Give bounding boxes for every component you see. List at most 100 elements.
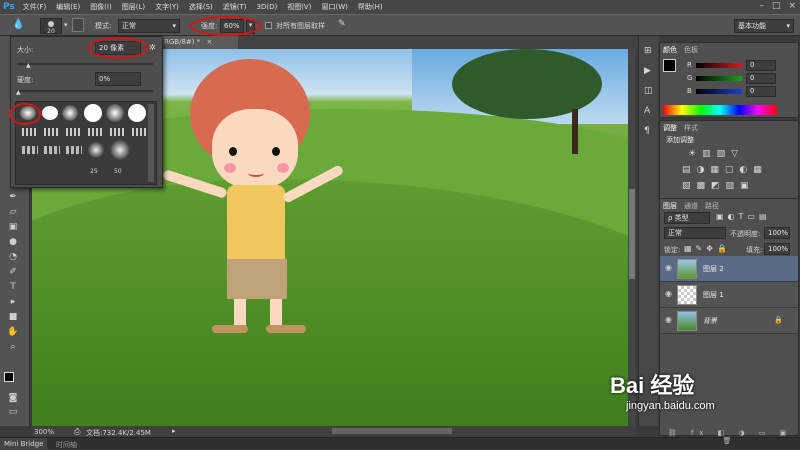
blur-tool-icon[interactable]: 💧 (12, 19, 24, 30)
scrollbar-thumb[interactable] (629, 189, 635, 279)
filter-icons[interactable]: ▣◐T▭▤ (716, 212, 771, 221)
menu-layer[interactable]: 图层(L) (122, 2, 145, 12)
fill-input[interactable]: 100% (764, 243, 790, 255)
menu-file[interactable]: 文件(F) (23, 2, 47, 12)
g-slider[interactable] (696, 76, 742, 81)
size-slider-track[interactable] (17, 63, 153, 65)
brush-texture-6[interactable] (132, 128, 148, 136)
mode-select[interactable]: 正常 ▾ (118, 19, 180, 33)
brush-texture-8[interactable] (44, 146, 60, 154)
lock-icons[interactable]: ▦✎✥🔒 (684, 244, 731, 253)
size-slider-handle[interactable]: ▲ (26, 62, 31, 69)
menu-select[interactable]: 选择(S) (189, 2, 213, 12)
blend-mode-select[interactable]: 正常 (664, 227, 726, 239)
maximize-icon[interactable]: □ (772, 1, 781, 11)
brush-preset-picker[interactable]: 20 (40, 18, 62, 35)
menu-filter[interactable]: 滤镜(T) (223, 2, 247, 12)
brush-texture-1[interactable] (22, 128, 38, 136)
adjustment-icons-row3[interactable]: ▨▩◩▧▣ (682, 181, 755, 191)
workspace-select[interactable]: 基本功能 ▾ (734, 19, 794, 33)
menu-view[interactable]: 视图(V) (287, 2, 311, 12)
hardness-slider-track[interactable] (17, 90, 153, 92)
hardness-input[interactable]: 0% (95, 72, 141, 86)
layer-filter-select[interactable]: ρ 类型 (664, 212, 710, 224)
menu-type[interactable]: 文字(Y) (155, 2, 179, 12)
menu-edit[interactable]: 编辑(E) (56, 2, 80, 12)
eye-icon[interactable]: ◉ (665, 264, 673, 272)
tab-layers[interactable]: 图层 (663, 201, 677, 211)
hardness-slider-handle[interactable]: ▲ (16, 89, 21, 96)
tab-mini-bridge[interactable]: Mini Bridge (0, 438, 48, 450)
brush-texture-4[interactable] (88, 128, 104, 136)
r-slider[interactable] (696, 63, 742, 68)
tab-swatches[interactable]: 色板 (684, 45, 698, 55)
brush-texture-2[interactable] (44, 128, 60, 136)
tab-timeline[interactable]: 时间轴 (52, 438, 81, 450)
layer-row-1[interactable]: ◉ 图层 1 (660, 282, 798, 308)
dodge-tool-icon[interactable]: ◔ (6, 251, 20, 263)
fg-color-swatch[interactable] (663, 59, 676, 72)
character-icon[interactable]: A (644, 106, 650, 116)
opacity-input[interactable]: 100% (764, 227, 790, 239)
adjustment-icons-row1[interactable]: ☀▥▧▽ (688, 149, 744, 159)
document-tab[interactable]: RGB/8#) * × (160, 36, 238, 49)
g-input[interactable]: 0 (746, 73, 776, 84)
pen-tool-icon[interactable]: ✐ (6, 266, 20, 278)
brush-texture-7[interactable] (22, 146, 38, 154)
menu-help[interactable]: 帮助(H) (358, 2, 383, 12)
tab-channels[interactable]: 通道 (684, 201, 698, 211)
horizontal-scrollbar-thumb[interactable] (332, 428, 452, 434)
brush-texture-5[interactable] (110, 128, 126, 136)
b-slider[interactable] (696, 89, 742, 94)
brush-tool-icon[interactable]: ✒ (6, 191, 20, 203)
r-input[interactable]: 0 (746, 60, 776, 71)
history-icon[interactable]: ⊞ (644, 46, 652, 56)
close-icon[interactable]: × (788, 1, 796, 11)
brush-texture-9[interactable] (66, 146, 82, 154)
color-spectrum[interactable] (663, 105, 777, 115)
tab-adjustments[interactable]: 调整 (663, 123, 677, 133)
gradient-tool-icon[interactable]: ▣ (6, 221, 20, 233)
layer-name[interactable]: 图层 2 (703, 264, 724, 274)
brush-soft-25[interactable] (88, 142, 104, 158)
hand-tool-icon[interactable]: ✋ (6, 326, 20, 338)
properties-icon[interactable]: ◫ (644, 86, 653, 96)
blur-tool-icon[interactable]: ● (6, 236, 20, 248)
quick-mask-icon[interactable]: ◙ (6, 392, 20, 404)
eye-icon[interactable]: ◉ (665, 290, 673, 298)
brush-soft-large[interactable] (106, 104, 124, 122)
layer-name[interactable]: 图层 1 (703, 290, 724, 300)
tab-styles[interactable]: 样式 (684, 123, 698, 133)
export-icon[interactable]: ⎙ (74, 427, 80, 437)
brush-soft-medium[interactable] (62, 105, 78, 121)
chevron-down-icon[interactable]: ▾ (64, 21, 68, 29)
pressure-icon[interactable]: ✎ (338, 19, 346, 29)
brush-texture-3[interactable] (66, 128, 82, 136)
sample-all-checkbox[interactable] (265, 22, 272, 29)
brush-hard-round[interactable] (42, 106, 58, 120)
layer-name[interactable]: 背景 (703, 316, 717, 326)
tab-paths[interactable]: 路径 (705, 201, 719, 211)
layer-actions-bar[interactable]: ⛓ fx ◧ ◑ ▭ ▣ 🗑 (660, 429, 800, 445)
type-tool-icon[interactable]: T (6, 281, 20, 293)
path-select-tool-icon[interactable]: ▸ (6, 296, 20, 308)
minimize-icon[interactable]: – (759, 1, 764, 11)
tab-color[interactable]: 颜色 (663, 45, 677, 55)
gear-icon[interactable]: ✲ (149, 43, 156, 52)
b-input[interactable]: 0 (746, 86, 776, 97)
brush-hard-medium[interactable] (84, 104, 102, 122)
brush-soft-50[interactable] (110, 140, 130, 160)
actions-icon[interactable]: ▶ (644, 66, 651, 76)
brush-panel-toggle-icon[interactable] (72, 18, 84, 32)
close-icon[interactable]: × (206, 38, 212, 46)
zoom-level[interactable]: 300% (34, 428, 54, 436)
menu-3d[interactable]: 3D(D) (257, 3, 278, 11)
menu-image[interactable]: 图像(I) (90, 2, 112, 12)
foreground-color-swatch[interactable] (4, 372, 14, 382)
screen-mode-icon[interactable]: ▭ (6, 406, 20, 418)
layer-row-background[interactable]: ◉ 背景 🔒 (660, 308, 798, 334)
eye-icon[interactable]: ◉ (665, 316, 673, 324)
zoom-tool-icon[interactable]: ⌕ (6, 341, 20, 353)
menu-window[interactable]: 窗口(W) (321, 2, 347, 12)
preset-scrollbar[interactable] (148, 104, 154, 182)
